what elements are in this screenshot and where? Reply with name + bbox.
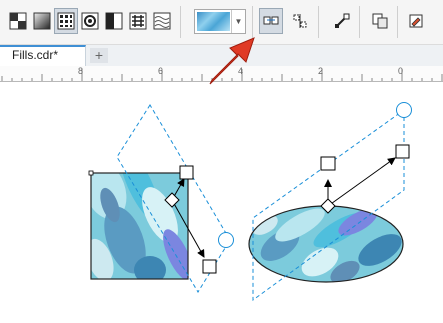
- postscript-fill-icon: [81, 12, 99, 30]
- texture-fill-button[interactable]: [126, 8, 150, 34]
- fill-properties-icon: [409, 14, 423, 28]
- tab-fills-document[interactable]: Fills.cdr*: [0, 45, 86, 66]
- pattern-fill-icon: [57, 12, 75, 30]
- ruler-label: 2: [318, 66, 324, 76]
- textured-ellipse[interactable]: [248, 202, 407, 287]
- two-color-fill-button[interactable]: [102, 8, 126, 34]
- ruler-label: 8: [78, 66, 84, 76]
- texture-fill-icon: [129, 12, 147, 30]
- toolbar-separator: [318, 6, 319, 38]
- edit-fill-button[interactable]: [330, 8, 354, 34]
- no-fill-button[interactable]: [6, 8, 30, 34]
- new-tab-button[interactable]: +: [90, 48, 108, 63]
- copy-fill-button[interactable]: [368, 8, 392, 34]
- two-color-fill-icon: [105, 12, 123, 30]
- mirror-tiles-icon: [293, 14, 307, 28]
- uniform-fill-icon: [33, 12, 51, 30]
- wave-fill-icon: [153, 12, 171, 30]
- wave-fill-button[interactable]: [150, 8, 174, 34]
- pointer-arrow-icon: [209, 37, 255, 85]
- toolbar-separator: [397, 6, 398, 38]
- copy-fill-icon: [372, 13, 388, 29]
- drawing-canvas[interactable]: [0, 82, 443, 318]
- toolbar-separator: [359, 6, 360, 38]
- fill-properties-button[interactable]: [404, 8, 428, 34]
- uniform-fill-button[interactable]: [30, 8, 54, 34]
- edit-fill-icon: [335, 13, 350, 28]
- canvas-drawing: [88, 102, 412, 301]
- postscript-fill-button[interactable]: [78, 8, 102, 34]
- ruler-label: 0: [398, 66, 404, 76]
- mirror-tiles-button[interactable]: [288, 8, 312, 34]
- ruler-label: 6: [158, 66, 164, 76]
- toolbar-separator: [180, 6, 181, 38]
- no-fill-icon: [9, 12, 27, 30]
- pattern-fill-button[interactable]: [54, 8, 78, 34]
